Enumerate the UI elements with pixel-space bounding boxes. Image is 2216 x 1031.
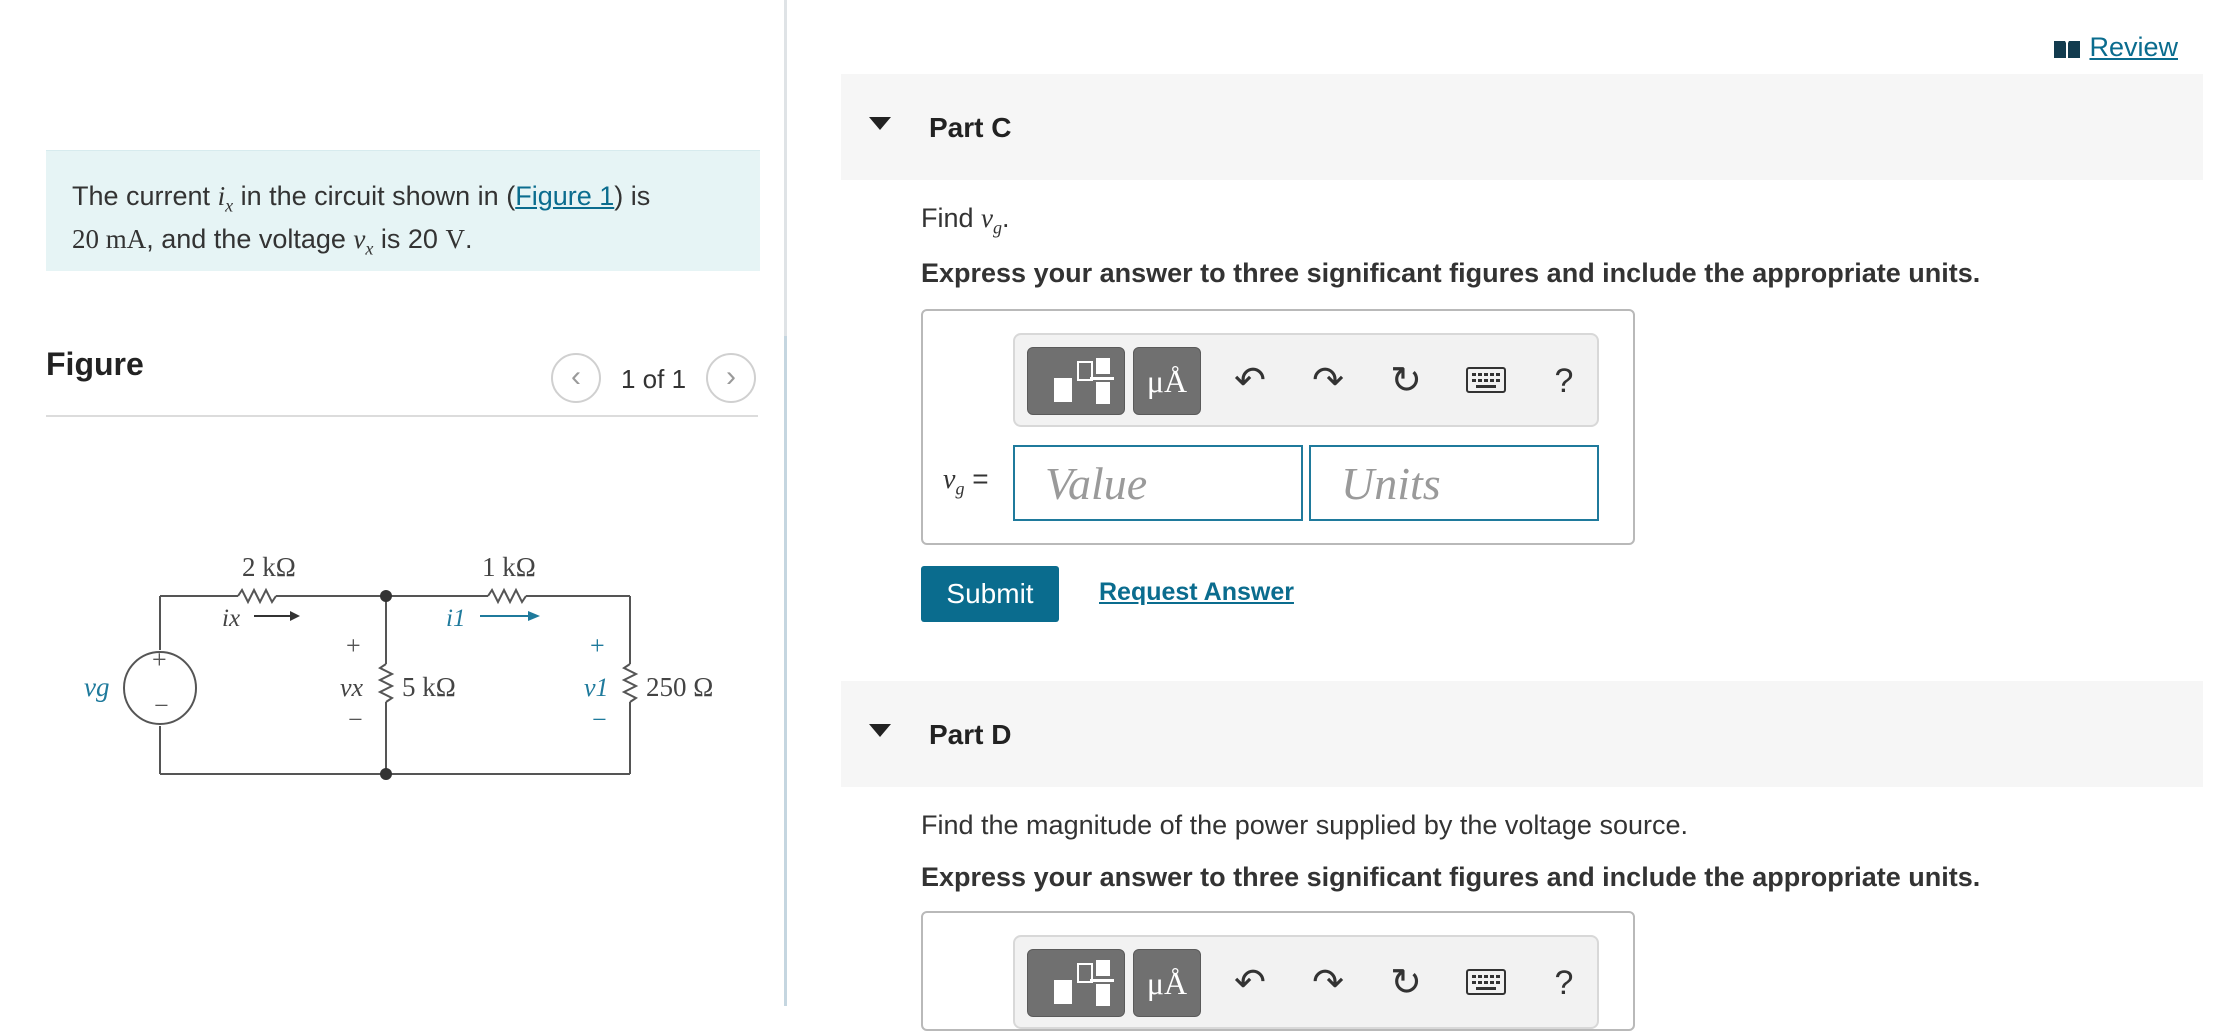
- v1-label: v1: [584, 673, 609, 702]
- review-link[interactable]: Review: [2053, 32, 2178, 63]
- circuit-diagram: + − 2 kΩ 1 kΩ 5 kΩ 250 Ω vg ix i1 + vx −…: [84, 552, 713, 780]
- vx-minus-label: −: [348, 705, 363, 734]
- figure-title: Figure: [46, 346, 144, 382]
- problem-text: ) is: [614, 181, 651, 211]
- reset-icon[interactable]: ↻: [1381, 357, 1431, 405]
- r2-label: 1 kΩ: [482, 552, 536, 582]
- help-icon[interactable]: ?: [1539, 357, 1589, 405]
- part-d-instructions: Express your answer to three significant…: [921, 862, 1981, 892]
- redo-icon[interactable]: ↷: [1303, 357, 1353, 405]
- problem-text: , and the voltage: [146, 224, 354, 255]
- problem-text: The current: [72, 181, 218, 211]
- redo-icon[interactable]: ↷: [1303, 959, 1353, 1007]
- figure-divider: [46, 415, 758, 417]
- voltage-unit: V: [445, 224, 465, 255]
- resistor-250: [621, 663, 639, 703]
- source-plus-label: +: [152, 645, 167, 674]
- collapse-caret-icon: [869, 117, 891, 130]
- prev-figure-button[interactable]: ‹: [551, 353, 601, 403]
- r3-label: 5 kΩ: [402, 672, 456, 702]
- templates-icon: [1054, 960, 1114, 1006]
- r4-label: 250 Ω: [646, 672, 713, 702]
- reset-icon[interactable]: ↻: [1381, 959, 1431, 1007]
- part-d-header[interactable]: Part D: [841, 681, 2203, 787]
- math-toolbar: μÅ ↶ ↷ ↻ ?: [1013, 935, 1599, 1029]
- figure-counter: 1 of 1: [621, 364, 687, 394]
- units-button[interactable]: μÅ: [1133, 347, 1201, 415]
- figure-link[interactable]: Figure 1: [515, 181, 614, 211]
- v1-minus-label: −: [592, 705, 607, 734]
- collapse-caret-icon: [869, 724, 891, 737]
- request-answer-link[interactable]: Request Answer: [1099, 578, 1294, 607]
- submit-button[interactable]: Submit: [921, 566, 1059, 622]
- vg-label: vg: [84, 672, 109, 702]
- node-dot: [380, 590, 392, 602]
- part-d-answer-box: μÅ ↶ ↷ ↻ ?: [921, 911, 1635, 1031]
- keyboard-icon[interactable]: [1461, 357, 1511, 405]
- chevron-right-icon: ›: [726, 360, 736, 393]
- part-d-prompt: Find the magnitude of the power supplied…: [921, 810, 1688, 840]
- ix-symbol: ix: [217, 181, 234, 216]
- templates-button[interactable]: [1027, 347, 1125, 415]
- part-c-answer-box: μÅ ↶ ↷ ↻ ? vg = Value Units: [921, 309, 1635, 545]
- vx-symbol: vx: [353, 224, 374, 259]
- node-dot: [380, 768, 392, 780]
- vx-label: vx: [340, 673, 364, 702]
- help-icon[interactable]: ?: [1539, 959, 1589, 1007]
- resistor-5k: [377, 663, 395, 703]
- units-icon: μÅ: [1146, 965, 1188, 1001]
- units-button[interactable]: μÅ: [1133, 949, 1201, 1017]
- source-minus-label: −: [154, 691, 169, 720]
- part-c-title: Part C: [929, 112, 1012, 143]
- find-text: .: [1002, 203, 1010, 233]
- chevron-left-icon: ‹: [571, 360, 581, 393]
- units-input[interactable]: Units: [1309, 445, 1599, 521]
- templates-button[interactable]: [1027, 949, 1125, 1017]
- review-label: Review: [2089, 32, 2178, 62]
- templates-icon: [1054, 358, 1114, 404]
- problem-text: .: [464, 224, 473, 255]
- find-text: Find: [921, 203, 982, 233]
- vx-plus-label: +: [346, 631, 361, 660]
- undo-icon[interactable]: ↶: [1225, 959, 1275, 1007]
- resistor-1k: [487, 587, 527, 605]
- problem-text: is 20: [373, 224, 446, 255]
- part-d-title: Part D: [929, 719, 1012, 750]
- i1-label: i1: [446, 605, 465, 632]
- part-c-instructions: Express your answer to three significant…: [921, 258, 1981, 288]
- current-value: 20 mA: [72, 224, 147, 255]
- r1-label: 2 kΩ: [242, 552, 296, 582]
- undo-icon[interactable]: ↶: [1225, 357, 1275, 405]
- keyboard-icon[interactable]: [1461, 959, 1511, 1007]
- units-icon: μÅ: [1146, 363, 1188, 399]
- left-panel: The current ix in the circuit shown in (…: [0, 0, 786, 1006]
- part-c-prompt: Find vg.: [921, 203, 1010, 238]
- part-c-header[interactable]: Part C: [841, 74, 2203, 180]
- vg-symbol: vg: [981, 203, 1003, 238]
- ix-label: ix: [222, 605, 240, 632]
- v1-plus-label: +: [590, 631, 605, 660]
- problem-text: in the circuit shown in (: [233, 181, 516, 211]
- next-figure-button[interactable]: ›: [706, 353, 756, 403]
- math-toolbar: μÅ ↶ ↷ ↻ ?: [1013, 333, 1599, 427]
- value-input[interactable]: Value: [1013, 445, 1303, 521]
- answer-label: vg =: [943, 463, 989, 499]
- resistor-2k: [237, 587, 277, 605]
- right-panel: Review Part C Find vg. Express your answ…: [787, 0, 2216, 1031]
- problem-statement: The current ix in the circuit shown in (…: [46, 150, 760, 271]
- book-icon: [2054, 40, 2081, 58]
